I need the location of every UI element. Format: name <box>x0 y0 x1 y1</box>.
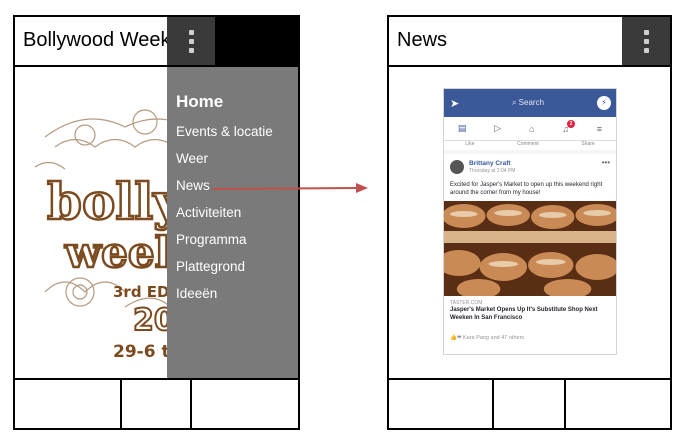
menu-kebab-icon[interactable] <box>167 17 215 65</box>
post-actions-strip: Like Comment Share <box>444 141 616 150</box>
post-time: Thursday at 2:04 PM · <box>469 168 519 174</box>
link-headline[interactable]: Jasper's Market Opens Up It's Substitute… <box>450 307 610 322</box>
bottom-tab-bar <box>389 378 670 428</box>
flow-arrow-icon <box>211 183 368 193</box>
menu-screen: Bollywood Weekend bollyw weeke 3rd EDITI… <box>13 15 300 430</box>
send-icon[interactable]: ➤ <box>450 97 459 110</box>
app-header: Bollywood Weekend <box>15 17 298 67</box>
hamburger-menu-icon[interactable]: ≡ <box>597 124 602 134</box>
reactions-summary[interactable]: 👍❤ Kara Pang and 47 others <box>450 335 524 341</box>
drawer-item-programma[interactable]: Programma <box>176 231 298 258</box>
header-fill <box>215 17 298 65</box>
marketplace-icon[interactable]: ⌂ <box>529 124 534 134</box>
news-header: News <box>389 17 670 67</box>
more-options-icon[interactable]: ••• <box>602 158 610 167</box>
menu-kebab-icon[interactable] <box>622 17 670 65</box>
facebook-search[interactable]: ⌕ Search <box>466 95 590 111</box>
messenger-icon[interactable]: ⚡ <box>597 96 611 110</box>
bottom-tab-bar <box>15 378 298 428</box>
drawer-item-events[interactable]: Events & locatie <box>176 123 298 150</box>
post-text: Excited for Jasper's Market to open up t… <box>450 182 603 196</box>
news-title: News <box>397 29 448 51</box>
avatar[interactable] <box>450 160 464 174</box>
bottom-tab-3[interactable] <box>192 380 298 428</box>
comment-action[interactable]: Comment <box>517 141 539 150</box>
drawer-item-activiteiten[interactable]: Activiteiten <box>176 204 298 231</box>
facebook-nav: ▤ ▷ ⌂ ♫ 2 ≡ <box>444 117 616 141</box>
bottom-tab-2[interactable] <box>122 380 192 428</box>
like-action[interactable]: Like <box>465 141 474 150</box>
facebook-top-bar: ➤ ⌕ Search ⚡ <box>444 89 616 117</box>
bottom-tab-2[interactable] <box>494 380 566 428</box>
drawer-item-weer[interactable]: Weer <box>176 150 298 177</box>
watch-icon[interactable]: ▷ <box>494 123 501 134</box>
notifications-icon[interactable]: ♫ 2 <box>562 119 575 134</box>
drawer-item-ideeen[interactable]: Ideeën <box>176 285 298 312</box>
share-action[interactable]: Share <box>581 141 594 150</box>
news-screen: News ➤ ⌕ Search ⚡ ▤ ▷ ⌂ ♫ 2 ≡ Like Commen… <box>387 15 672 430</box>
feed-post: Brittany Craft Thursday at 2:04 PM · •••… <box>444 154 616 354</box>
facebook-feed-embed[interactable]: ➤ ⌕ Search ⚡ ▤ ▷ ⌂ ♫ 2 ≡ Like Comment Sha… <box>443 88 617 355</box>
link-source: TASTER.COM <box>450 300 483 306</box>
bread-photo[interactable] <box>444 201 616 296</box>
navigation-drawer: Home Events & locatie Weer News Activite… <box>167 67 298 380</box>
bottom-tab-3[interactable] <box>566 380 670 428</box>
post-author[interactable]: Brittany Craft <box>469 160 511 167</box>
drawer-item-home[interactable]: Home <box>176 93 298 123</box>
bottom-tab-1[interactable] <box>15 380 122 428</box>
home-feed-icon[interactable]: ▤ <box>458 123 467 134</box>
drawer-item-plattegrond[interactable]: Plattegrond <box>176 258 298 285</box>
bottom-tab-1[interactable] <box>389 380 494 428</box>
